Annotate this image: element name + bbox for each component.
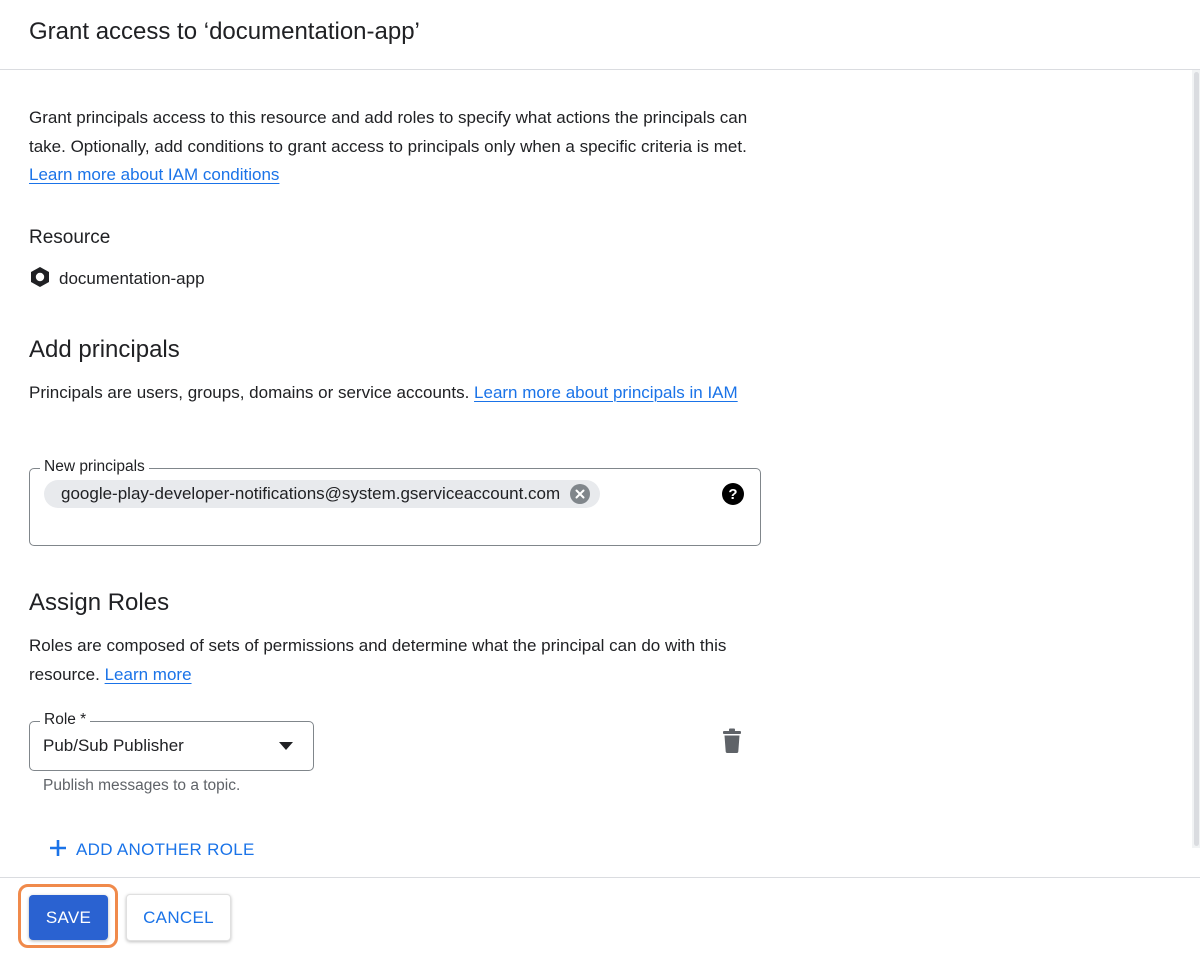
principals-learn-more-link[interactable]: Learn more about principals in IAM — [474, 383, 738, 402]
role-select[interactable]: Role * Pub/Sub Publisher — [29, 711, 314, 771]
principal-chip[interactable]: google-play-developer-notifications@syst… — [44, 480, 601, 508]
dialog-title: Grant access to ‘documentation-app’ — [29, 18, 420, 45]
resource-row: documentation-app — [29, 266, 205, 292]
role-helper-text: Publish messages to a topic. — [43, 777, 241, 794]
roles-description: Roles are composed of sets of permission… — [29, 632, 759, 689]
plus-icon — [48, 838, 68, 863]
add-another-role-button[interactable]: ADD ANOTHER ROLE — [48, 836, 255, 864]
intro-text: Grant principals access to this resource… — [29, 108, 748, 156]
cancel-button[interactable]: CANCEL — [126, 894, 231, 941]
add-another-role-label: ADD ANOTHER ROLE — [76, 840, 255, 859]
principals-description: Principals are users, groups, domains or… — [29, 379, 759, 408]
intro-paragraph: Grant principals access to this resource… — [29, 104, 759, 190]
project-hexagon-icon — [29, 266, 51, 293]
role-selected-value: Pub/Sub Publisher — [43, 736, 184, 755]
resource-name: documentation-app — [59, 269, 205, 288]
dropdown-arrow-icon[interactable] — [279, 742, 293, 750]
add-principals-heading: Add principals — [29, 336, 180, 363]
roles-learn-more-link[interactable]: Learn more — [105, 665, 192, 684]
scrollbar-thumb[interactable] — [1194, 72, 1199, 846]
principals-description-text: Principals are users, groups, domains or… — [29, 383, 475, 402]
assign-roles-heading: Assign Roles — [29, 589, 170, 616]
new-principals-label: New principals — [40, 458, 149, 476]
help-icon[interactable]: ? — [722, 483, 744, 505]
trash-icon[interactable] — [720, 728, 744, 754]
new-principals-field[interactable]: New principals google-play-developer-not… — [29, 458, 761, 546]
principal-chip-text: google-play-developer-notifications@syst… — [61, 484, 561, 503]
resource-label: Resource — [29, 227, 111, 248]
save-button[interactable]: SAVE — [29, 895, 108, 940]
role-label: Role * — [40, 711, 91, 729]
dialog-header: Grant access to ‘documentation-app’ — [0, 0, 1200, 70]
iam-conditions-link[interactable]: Learn more about IAM conditions — [29, 165, 279, 184]
chip-remove-icon[interactable] — [570, 484, 591, 504]
